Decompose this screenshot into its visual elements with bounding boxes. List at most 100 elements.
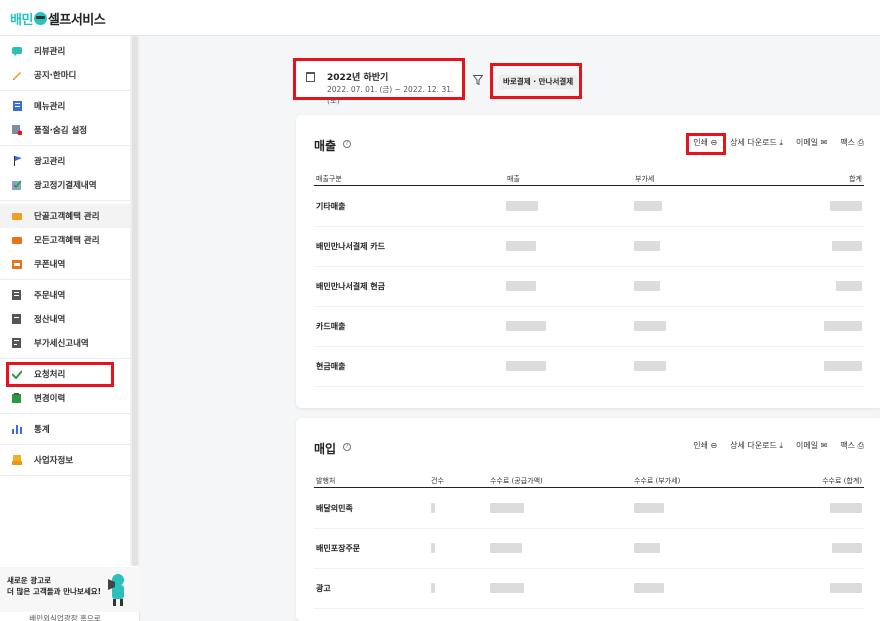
- period-title: 2022년 하반기: [327, 73, 389, 83]
- sidebar-item-orders[interactable]: 주문내역: [0, 283, 130, 307]
- help-icon[interactable]: ?: [343, 140, 351, 148]
- sidebar-item-history[interactable]: 변경이력: [0, 386, 130, 410]
- promo-line-1: 새로운 광고로: [7, 576, 52, 585]
- payment-type-filter[interactable]: 바로결제 · 만나서결제: [490, 63, 582, 99]
- sidebar-item-ads[interactable]: 광고관리: [0, 149, 130, 173]
- download-icon: ⤓: [779, 441, 783, 450]
- redacted-amount: [634, 281, 660, 291]
- row-label: 배민만나서결제 카드: [316, 242, 386, 251]
- redacted-amount: [634, 321, 666, 331]
- nav-group-review: 리뷰관리 공지·한마디: [0, 36, 130, 91]
- download-button[interactable]: 상세 다운로드 ⤓: [730, 137, 783, 148]
- logo-prefix: 배민: [10, 13, 33, 28]
- redacted-amount: [830, 201, 862, 211]
- redacted-amount: [506, 361, 546, 371]
- calendar-icon: [306, 72, 315, 82]
- row-label: 배민만나서결제 현금: [316, 282, 386, 291]
- download-icon: ⤓: [779, 138, 783, 147]
- filter-funnel-icon[interactable]: [473, 75, 483, 85]
- community-home-link[interactable]: 배민외식업광장 홈으로: [0, 613, 130, 621]
- nav-group-benefits: 단골고객혜택 관리 모든고객혜택 관리 쿠폰내역: [0, 201, 130, 280]
- sidebar-item-label: 품절·숨김 설정: [34, 126, 88, 136]
- sidebar-item-stats[interactable]: 통계: [0, 417, 130, 441]
- sidebar-item-menu[interactable]: 메뉴관리: [0, 94, 130, 118]
- ad-promo-banner[interactable]: 새로운 광고로 더 많은 고객들과 만나보세요!: [0, 567, 140, 612]
- coupon-icon: [12, 259, 22, 269]
- mail-icon: ✉: [820, 138, 828, 147]
- sidebar-item-label: 통계: [34, 425, 50, 435]
- sidebar-item-all-benefit[interactable]: 모든고객혜택 관리: [0, 228, 130, 252]
- period-range: 2022. 07. 01. (금) ~ 2022. 12. 31. (토): [327, 85, 454, 105]
- menu-book-icon: [12, 101, 22, 111]
- table-row: 현금매출: [314, 347, 864, 387]
- fax-icon: ⎙: [857, 441, 864, 450]
- sidebar-item-coupons[interactable]: 쿠폰내역: [0, 252, 130, 276]
- sidebar-item-regular-benefit[interactable]: 단골고객혜택 관리: [0, 204, 130, 228]
- settlement-icon: [12, 314, 22, 324]
- redacted-amount: [832, 241, 862, 251]
- column-header: 발행처: [316, 477, 336, 485]
- redacted-amount: [634, 201, 662, 211]
- redacted-amount: [824, 321, 862, 331]
- nav-group-business: 사업자정보: [0, 445, 130, 476]
- print-button[interactable]: 인쇄 ⊖: [693, 440, 717, 451]
- fax-button[interactable]: 팩스 ⎙: [840, 137, 864, 148]
- redacted-count: [431, 503, 435, 513]
- table-row: 배민포장주문: [314, 529, 864, 569]
- table-row: 배달의민족: [314, 489, 864, 529]
- table-row: 배민만나서결제 현금: [314, 267, 864, 307]
- sidebar-item-ad-payments[interactable]: 광고정기결제내역: [0, 173, 130, 197]
- redacted-amount: [490, 503, 524, 513]
- redacted-amount: [506, 201, 538, 211]
- row-label: 광고: [316, 584, 331, 593]
- print-icon: ⊖: [710, 441, 718, 450]
- redacted-amount: [634, 583, 664, 593]
- redacted-amount: [490, 543, 522, 553]
- flag-icon: [12, 156, 22, 166]
- redacted-amount: [824, 361, 862, 371]
- soldout-icon: [12, 125, 22, 135]
- table-row: 배민만나서결제 카드: [314, 227, 864, 267]
- order-list-icon: [12, 290, 22, 300]
- period-filter[interactable]: 2022년 하반기 2022. 07. 01. (금) ~ 2022. 12. …: [293, 58, 465, 105]
- redacted-amount: [830, 583, 862, 593]
- sidebar-item-notice[interactable]: 공지·한마디: [0, 63, 130, 87]
- redacted-amount: [836, 281, 862, 291]
- scrollbar-thumb[interactable]: [132, 36, 138, 566]
- sidebar-item-vat-report[interactable]: 부가세신고내역: [0, 331, 130, 355]
- sidebar-item-label: 메뉴관리: [34, 102, 66, 112]
- fax-button[interactable]: 팩스 ⎙: [840, 440, 864, 451]
- sidebar-item-settlement[interactable]: 정산내역: [0, 307, 130, 331]
- email-button[interactable]: 이메일 ✉: [796, 137, 827, 148]
- nav-group-menu: 메뉴관리 품절·숨김 설정: [0, 91, 130, 146]
- sidebar-item-label: 모든고객혜택 관리: [34, 236, 100, 246]
- redacted-count: [431, 583, 435, 593]
- column-header: 매출구분: [316, 175, 342, 183]
- ticket-icon: [12, 211, 22, 221]
- top-bar: 배민 셀프서비스: [0, 0, 880, 36]
- sidebar-scrollbar[interactable]: [130, 36, 140, 566]
- sidebar-item-soldout[interactable]: 품절·숨김 설정: [0, 118, 130, 142]
- redacted-amount: [634, 361, 666, 371]
- payment-type-chip[interactable]: 바로결제 · 만나서결제: [499, 75, 578, 89]
- download-button[interactable]: 상세 다운로드 ⤓: [730, 440, 783, 451]
- sidebar: 리뷰관리 공지·한마디 메뉴관리 품절·숨김 설정 광고관리 광고정기결제내역 …: [0, 36, 140, 621]
- column-header: 부가세: [635, 175, 655, 183]
- sidebar-item-business-info[interactable]: 사업자정보: [0, 448, 130, 472]
- redacted-amount: [634, 503, 664, 513]
- app-logo[interactable]: 배민 셀프서비스: [10, 9, 106, 28]
- logo-text: 셀프서비스: [47, 13, 106, 28]
- column-header: 수수료 (합계): [822, 477, 862, 485]
- column-header: 건수: [431, 477, 444, 485]
- table-row: 카드매출: [314, 307, 864, 347]
- print-highlight: [686, 133, 726, 155]
- promo-line-2: 더 많은 고객들과 만나보세요!: [7, 587, 102, 596]
- sidebar-item-label: 사업자정보: [34, 456, 74, 466]
- check-doc-icon: [12, 180, 22, 190]
- email-button[interactable]: 이메일 ✉: [796, 440, 827, 451]
- business-doc-icon: [12, 455, 22, 465]
- help-icon[interactable]: ?: [343, 443, 351, 451]
- redacted-amount: [634, 241, 660, 251]
- sidebar-item-reviews[interactable]: 리뷰관리: [0, 39, 130, 63]
- sidebar-item-label: 주문내역: [34, 291, 66, 301]
